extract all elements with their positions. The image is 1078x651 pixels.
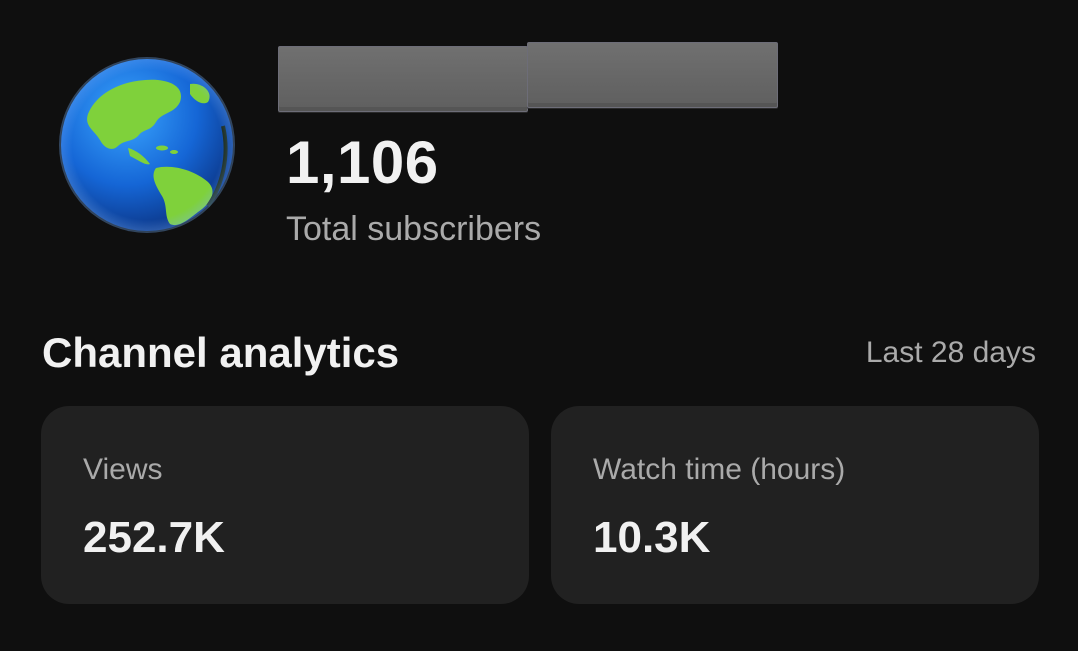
- redaction-bar-left: [278, 46, 528, 112]
- watch-time-label: Watch time (hours): [593, 453, 846, 486]
- globe-americas-icon: [59, 57, 235, 233]
- redaction-bar-right: [527, 42, 778, 108]
- subscriber-count: 1,106: [286, 129, 439, 196]
- views-card[interactable]: Views 252.7K: [41, 406, 529, 604]
- channel-name-redacted: [278, 42, 778, 114]
- views-value: 252.7K: [83, 513, 225, 562]
- watch-time-card[interactable]: Watch time (hours) 10.3K: [551, 406, 1039, 604]
- watch-time-value: 10.3K: [593, 513, 711, 562]
- subscriber-label: Total subscribers: [286, 210, 542, 248]
- channel-avatar[interactable]: [58, 56, 236, 234]
- period-label: Last 28 days: [865, 336, 1036, 369]
- channel-analytics-title: Channel analytics: [42, 329, 400, 376]
- views-label: Views: [83, 453, 163, 486]
